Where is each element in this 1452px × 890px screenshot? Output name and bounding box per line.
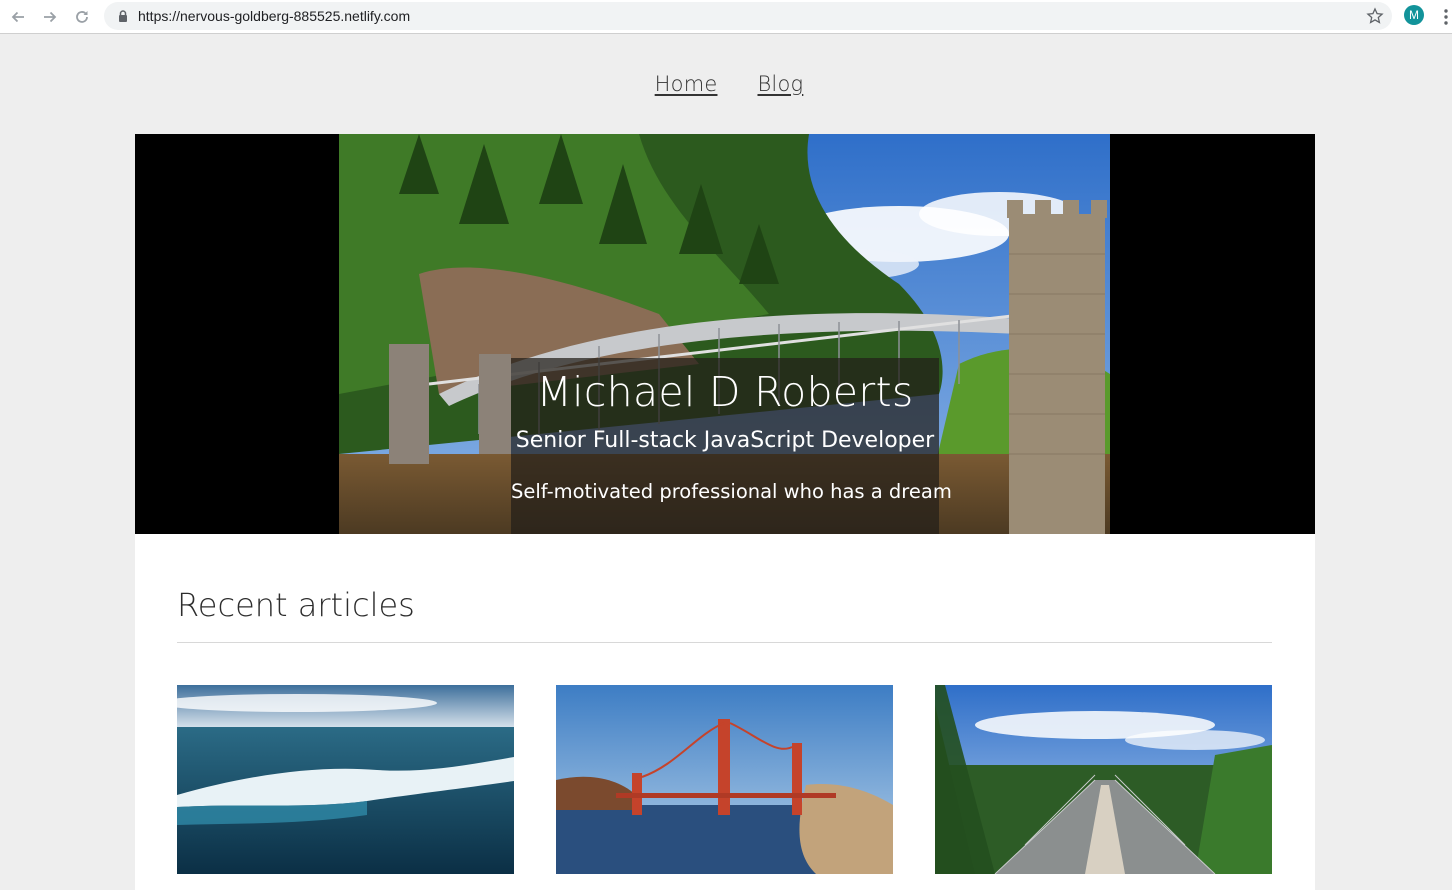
star-icon[interactable] <box>1366 7 1384 25</box>
reload-icon[interactable] <box>70 5 94 29</box>
section-title-recent-articles: Recent articles <box>177 586 415 624</box>
back-arrow-icon[interactable] <box>6 5 30 29</box>
page-content: Michael D Roberts Senior Full-stack Java… <box>135 134 1315 890</box>
hero-caption: Michael D Roberts Senior Full-stack Java… <box>511 358 952 534</box>
hero-name: Michael D Roberts <box>536 368 914 416</box>
article-card-image-bridge[interactable] <box>556 685 893 874</box>
nav-link-home[interactable]: Home <box>655 72 718 96</box>
address-bar[interactable]: https://nervous-goldberg-885525.netlify.… <box>104 2 1392 30</box>
lock-icon <box>119 10 127 22</box>
section-divider <box>177 642 1272 643</box>
nav-link-blog[interactable]: Blog <box>757 72 803 96</box>
more-vert-icon[interactable] <box>1436 7 1452 27</box>
profile-avatar[interactable]: M <box>1404 5 1424 25</box>
browser-toolbar: https://nervous-goldberg-885525.netlify.… <box>0 0 1452 34</box>
url-text: https://nervous-goldberg-885525.netlify.… <box>138 8 411 24</box>
site-nav: Home Blog <box>0 72 1452 96</box>
article-card-image-wave[interactable] <box>177 685 514 874</box>
article-card-image-footbridge[interactable] <box>935 685 1272 874</box>
hero-role: Senior Full-stack JavaScript Developer <box>515 428 935 453</box>
forward-arrow-icon[interactable] <box>38 5 62 29</box>
hero-banner: Michael D Roberts Senior Full-stack Java… <box>135 134 1315 534</box>
hero-tagline: Self-motivated professional who has a dr… <box>511 480 952 503</box>
